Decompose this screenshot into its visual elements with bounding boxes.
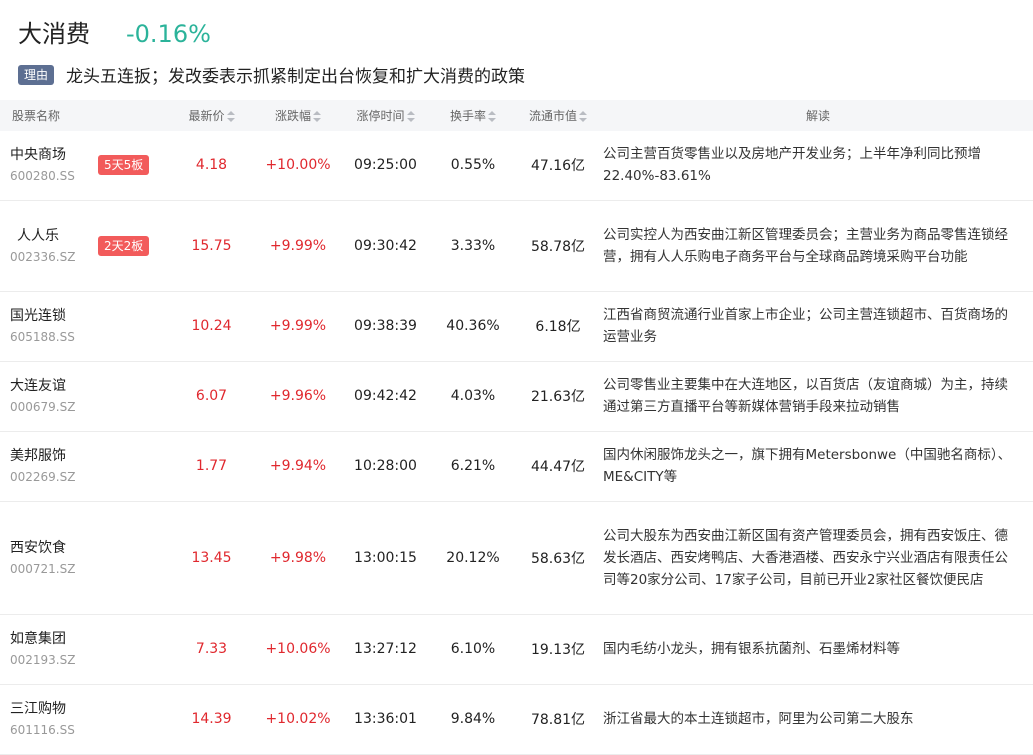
limit-time-cell: 09:38:39 <box>354 318 417 334</box>
streak-badge: 2天2板 <box>98 235 150 256</box>
stock-code: 000721.SZ <box>10 561 76 576</box>
stock-code: 601116.SS <box>10 723 75 737</box>
stock-table: 股票名称 最新价 涨跌幅 涨停时间 换手率 流通市值 解读 中央商场 600280… <box>0 100 1033 755</box>
turnover-cell: 0.55% <box>450 157 496 174</box>
turnover-cell: 40.36% <box>446 318 500 334</box>
change-cell: +10.06% <box>265 641 331 657</box>
table-row[interactable]: 中央商场 600280.SS 5天5板 4.18 +10.00% 09:25:00 … <box>0 131 1033 200</box>
table-row[interactable]: 国光连锁 605188.SS 10.24 +9.99% 09:38:39 40.3… <box>0 291 1033 361</box>
description-cell: 公司大股东为西安曲江新区国有资产管理委员会，拥有西安饭庄、德发长酒店、西安烤鸭店… <box>603 527 1008 588</box>
stock-name-cell[interactable]: 西安饮食 000721.SZ <box>0 501 165 614</box>
change-cell: +9.99% <box>269 237 327 254</box>
description-cell: 国内休闲服饰龙头之一，旗下拥有Metersbonwe（中国驰名商标）、ME&CI… <box>603 447 1012 485</box>
price-cell: 7.33 <box>195 641 228 657</box>
description-cell: 国内毛纺小龙头，拥有银系抗菌剂、石墨烯材料等 <box>603 641 900 657</box>
col-header-limit-time[interactable]: 涨停时间 <box>338 100 433 131</box>
sort-icon[interactable] <box>406 111 415 122</box>
limit-time-cell: 09:30:42 <box>354 237 417 254</box>
stock-code: 000679.SZ <box>10 400 76 414</box>
description-cell: 公司实控人为西安曲江新区管理委员会；主营业务为商品零售连锁经营，拥有人人乐购电子… <box>603 226 1008 265</box>
turnover-cell: 6.10% <box>450 641 496 657</box>
description-cell: 公司零售业主要集中在大连地区，以百货店（友谊商城）为主，持续通过第三方直播平台等… <box>603 377 1008 415</box>
stock-name-cell[interactable]: 人人乐 002336.SZ 2天2板 <box>0 200 165 291</box>
price-cell: 14.39 <box>191 711 232 727</box>
turnover-cell: 3.33% <box>450 237 496 254</box>
col-header-price[interactable]: 最新价 <box>165 100 258 131</box>
stock-code: 605188.SS <box>10 330 75 344</box>
limit-time-cell: 13:00:15 <box>354 549 417 566</box>
price-cell: 1.77 <box>195 458 228 474</box>
col-header-change[interactable]: 涨跌幅 <box>258 100 338 131</box>
change-cell: +9.99% <box>269 318 327 334</box>
reason-text: 龙头五连扳；发改委表示抓紧制定出台恢复和扩大消费的政策 <box>66 67 526 87</box>
limit-time-cell: 13:36:01 <box>354 711 417 727</box>
sort-icon[interactable] <box>313 111 321 122</box>
change-cell: +9.98% <box>269 549 327 566</box>
sector-header: 大消费 -0.16% 理由 龙头五连扳；发改委表示抓紧制定出台恢复和扩大消费的政… <box>0 0 1033 100</box>
turnover-cell: 20.12% <box>446 549 500 566</box>
table-header: 股票名称 最新价 涨跌幅 涨停时间 换手率 流通市值 解读 <box>0 100 1033 131</box>
stock-code: 002269.SZ <box>10 470 76 484</box>
description-cell: 江西省商贸流通行业首家上市企业；公司主营连锁超市、百货商场的运营业务 <box>603 307 1008 345</box>
stock-name[interactable]: 如意集团 <box>10 629 165 649</box>
streak-badge: 5天5板 <box>98 155 150 176</box>
stock-name-cell[interactable]: 国光连锁 605188.SS <box>0 291 165 361</box>
table-row[interactable]: 大连友谊 000679.SZ 6.07 +9.96% 09:42:42 4.03%… <box>0 361 1033 431</box>
description-cell: 浙江省最大的本土连锁超市，阿里为公司第二大股东 <box>603 711 914 727</box>
sector-change: -0.16% <box>126 20 211 48</box>
stock-name-cell[interactable]: 中央商场 600280.SS 5天5板 <box>0 131 165 200</box>
market-cap-cell: 58.63亿 <box>530 550 586 567</box>
stock-name-cell[interactable]: 如意集团 002193.SZ <box>0 614 165 684</box>
reason-row: 理由 龙头五连扳；发改委表示抓紧制定出台恢复和扩大消费的政策 <box>18 62 525 87</box>
change-cell: +10.00% <box>265 157 331 174</box>
table-row[interactable]: 人人乐 002336.SZ 2天2板 15.75 +9.99% 09:30:42 3… <box>0 200 1033 291</box>
description-cell: 公司主营百货零售业以及房地产开发业务；上半年净利同比预增22.40%-83.61… <box>603 146 981 185</box>
col-header-name: 股票名称 <box>12 109 61 123</box>
table-row[interactable]: 三江购物 601116.SS 14.39 +10.02% 13:36:01 9.8… <box>0 684 1033 754</box>
limit-time-cell: 10:28:00 <box>354 458 417 474</box>
reason-tag: 理由 <box>18 64 55 85</box>
sort-icon[interactable] <box>579 111 587 122</box>
stock-name[interactable]: 西安饮食 <box>10 538 165 558</box>
price-cell: 13.45 <box>191 549 232 566</box>
market-cap-cell: 6.18亿 <box>535 319 581 335</box>
price-cell: 6.07 <box>195 388 228 404</box>
sort-icon[interactable] <box>488 111 496 122</box>
turnover-cell: 6.21% <box>450 458 496 474</box>
market-cap-cell: 78.81亿 <box>530 712 586 728</box>
table-row[interactable]: 西安饮食 000721.SZ 13.45 +9.98% 13:00:15 20.1… <box>0 501 1033 614</box>
turnover-cell: 9.84% <box>450 711 496 727</box>
table-row[interactable]: 如意集团 002193.SZ 7.33 +10.06% 13:27:12 6.10… <box>0 614 1033 684</box>
stock-name-cell[interactable]: 大连友谊 000679.SZ <box>0 361 165 431</box>
stock-name[interactable]: 三江购物 <box>10 699 165 719</box>
change-cell: +10.02% <box>265 711 331 727</box>
limit-time-cell: 09:25:00 <box>354 157 417 174</box>
change-cell: +9.96% <box>269 388 327 404</box>
price-cell: 4.18 <box>195 157 228 174</box>
stock-name-cell[interactable]: 三江购物 601116.SS <box>0 684 165 754</box>
limit-time-cell: 13:27:12 <box>354 641 417 657</box>
limit-time-cell: 09:42:42 <box>354 388 417 404</box>
col-header-market-cap[interactable]: 流通市值 <box>513 100 603 131</box>
stock-name[interactable]: 国光连锁 <box>10 306 165 326</box>
change-cell: +9.94% <box>269 458 327 474</box>
market-cap-cell: 58.78亿 <box>530 238 586 255</box>
sort-icon[interactable] <box>226 111 235 122</box>
turnover-cell: 4.03% <box>450 388 496 404</box>
market-cap-cell: 47.16亿 <box>530 158 586 175</box>
table-row[interactable]: 美邦服饰 002269.SZ 1.77 +9.94% 10:28:00 6.21%… <box>0 431 1033 501</box>
price-cell: 10.24 <box>191 318 232 334</box>
stock-name[interactable]: 大连友谊 <box>10 376 165 396</box>
col-header-description: 解读 <box>805 109 830 123</box>
sector-name: 大消费 <box>18 20 90 48</box>
market-cap-cell: 21.63亿 <box>530 389 586 405</box>
market-cap-cell: 44.47亿 <box>530 459 586 475</box>
price-cell: 15.75 <box>191 237 232 254</box>
stock-name-cell[interactable]: 美邦服饰 002269.SZ <box>0 431 165 501</box>
sector-title-row: 大消费 -0.16% <box>18 14 211 49</box>
stock-code: 002193.SZ <box>10 653 76 667</box>
col-header-turnover[interactable]: 换手率 <box>433 100 513 131</box>
stock-name[interactable]: 美邦服饰 <box>10 446 165 466</box>
market-cap-cell: 19.13亿 <box>530 642 586 658</box>
